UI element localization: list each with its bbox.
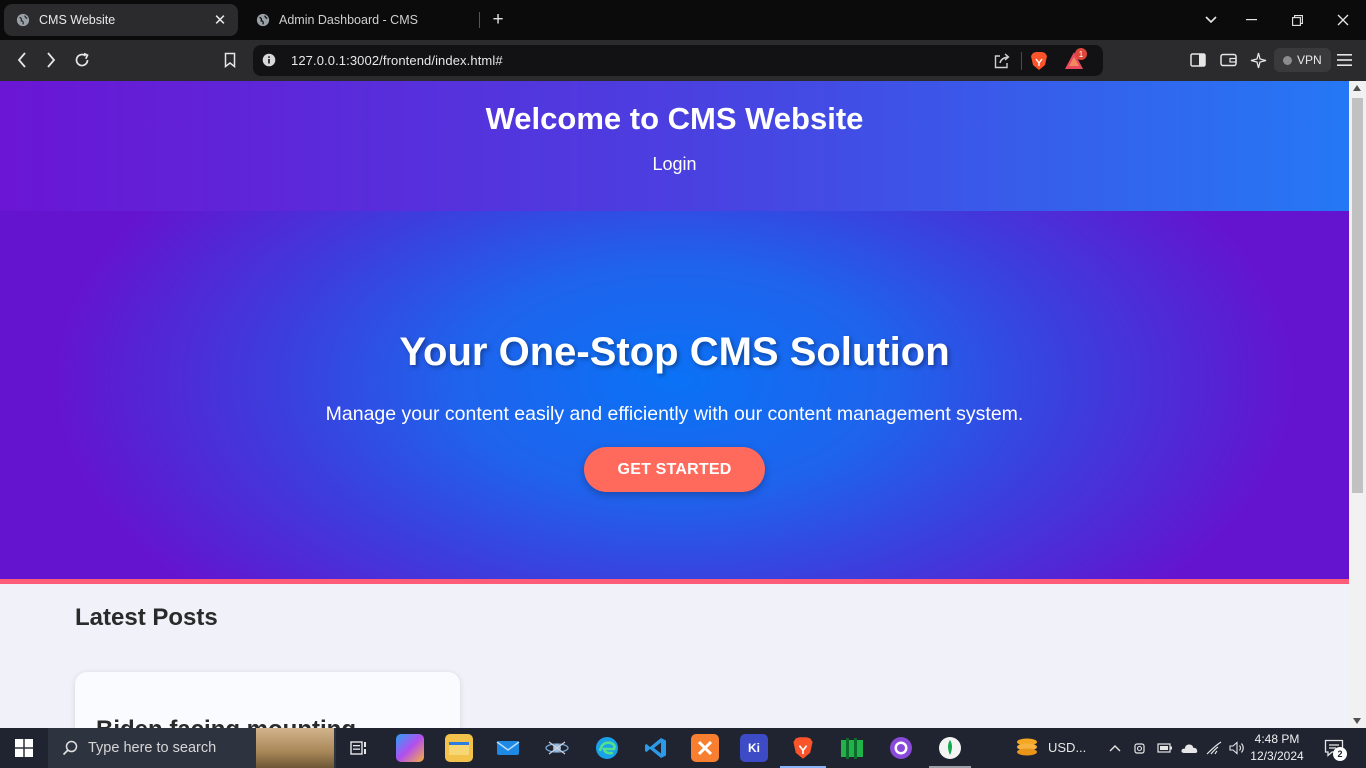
edge-icon[interactable] bbox=[593, 734, 621, 762]
terminal-app-icon[interactable] bbox=[838, 734, 866, 762]
scroll-up-arrow-icon[interactable] bbox=[1353, 85, 1361, 91]
latest-posts-heading: Latest Posts bbox=[75, 604, 218, 631]
hero-title: Your One-Stop CMS Solution bbox=[399, 330, 950, 374]
page-viewport: Welcome to CMS Website Login Your One-St… bbox=[0, 81, 1349, 728]
battery-tray-icon[interactable] bbox=[1154, 734, 1176, 762]
xampp-icon[interactable] bbox=[691, 734, 719, 762]
post-title[interactable]: Biden facing mounting bbox=[96, 716, 356, 728]
volume-icon[interactable] bbox=[1226, 734, 1248, 762]
mail-icon[interactable] bbox=[494, 734, 522, 762]
site-title: Welcome to CMS Website bbox=[485, 101, 864, 136]
search-icon bbox=[62, 740, 78, 756]
file-explorer-icon[interactable] bbox=[445, 734, 473, 762]
restore-icon[interactable] bbox=[1281, 4, 1313, 36]
windows-start-button[interactable] bbox=[0, 728, 48, 768]
reload-icon[interactable] bbox=[69, 48, 95, 72]
leo-icon[interactable] bbox=[1245, 48, 1271, 72]
scroll-thumb[interactable] bbox=[1352, 98, 1363, 493]
clock-time: 4:48 PM bbox=[1254, 732, 1300, 746]
section-divider bbox=[0, 579, 1349, 584]
copilot-icon[interactable] bbox=[396, 734, 424, 762]
globe-icon bbox=[16, 13, 30, 27]
browser-toolbar: 127.0.0.1:3002/frontend/index.html# 1 VP… bbox=[0, 40, 1366, 81]
get-started-button[interactable]: GET STARTED bbox=[584, 447, 765, 492]
info-icon[interactable] bbox=[262, 53, 276, 67]
tab-title: Admin Dashboard - CMS bbox=[279, 13, 418, 27]
tray-overflow-chevron-icon[interactable] bbox=[1103, 734, 1127, 762]
tab-admin-dashboard[interactable]: Admin Dashboard - CMS bbox=[244, 4, 478, 36]
share-icon[interactable] bbox=[993, 52, 1011, 70]
vpn-status-dot bbox=[1283, 55, 1292, 65]
windows-taskbar: Type here to search Ki USD... 4:48 PM 12… bbox=[0, 728, 1366, 768]
forward-icon[interactable] bbox=[38, 48, 64, 72]
minimize-icon[interactable] bbox=[1235, 4, 1267, 36]
new-tab-button[interactable]: + bbox=[487, 8, 509, 32]
github-desktop-icon[interactable] bbox=[887, 734, 915, 762]
back-icon[interactable] bbox=[9, 48, 35, 72]
menu-icon[interactable] bbox=[1331, 48, 1357, 72]
system-clock[interactable]: 4:48 PM 12/3/2024 bbox=[1246, 731, 1308, 765]
task-view-icon[interactable] bbox=[346, 734, 374, 762]
sidebar-icon[interactable] bbox=[1185, 48, 1211, 72]
rewards-badge: 1 bbox=[1075, 48, 1087, 60]
mongodb-compass-icon[interactable] bbox=[936, 734, 964, 762]
kite-icon[interactable]: Ki bbox=[740, 734, 768, 762]
post-card[interactable]: Biden facing mounting bbox=[75, 672, 460, 728]
windows-logo-icon bbox=[15, 739, 33, 757]
page-scrollbar[interactable] bbox=[1349, 81, 1366, 728]
taskbar-search[interactable]: Type here to search bbox=[48, 728, 336, 768]
weather-widget-text[interactable]: USD... bbox=[1048, 740, 1086, 755]
address-bar[interactable]: 127.0.0.1:3002/frontend/index.html# 1 bbox=[253, 45, 1103, 76]
currency-widget-icon[interactable] bbox=[1013, 734, 1041, 762]
browser-tab-strip: CMS Website ✕ Admin Dashboard - CMS + bbox=[0, 0, 1366, 40]
search-highlight-image[interactable] bbox=[256, 728, 334, 768]
brave-icon[interactable] bbox=[789, 734, 817, 762]
address-divider bbox=[1021, 52, 1022, 70]
clock-date: 12/3/2024 bbox=[1250, 749, 1304, 763]
notification-count-badge: 2 bbox=[1333, 747, 1347, 761]
url-text[interactable]: 127.0.0.1:3002/frontend/index.html# bbox=[291, 53, 503, 68]
camera-tray-icon[interactable] bbox=[1130, 734, 1152, 762]
brave-lion-icon[interactable] bbox=[1030, 51, 1048, 71]
hero-subtitle: Manage your content easily and efficient… bbox=[325, 403, 1024, 425]
tab-title: CMS Website bbox=[39, 13, 116, 27]
scroll-down-arrow-icon[interactable] bbox=[1353, 718, 1361, 724]
wifi-icon[interactable] bbox=[1203, 734, 1225, 762]
login-link[interactable]: Login bbox=[0, 154, 1349, 175]
tab-search-chevron-icon[interactable] bbox=[1195, 4, 1227, 36]
onedrive-icon[interactable] bbox=[1178, 734, 1200, 762]
vpn-label: VPN bbox=[1297, 53, 1322, 67]
close-icon[interactable]: ✕ bbox=[210, 10, 230, 30]
tab-divider bbox=[479, 12, 480, 28]
wallet-icon[interactable] bbox=[1215, 48, 1241, 72]
close-window-icon[interactable] bbox=[1327, 4, 1359, 36]
site-header: Welcome to CMS Website Login bbox=[0, 81, 1349, 211]
hero-section: Your One-Stop CMS Solution Manage your c… bbox=[0, 211, 1349, 579]
search-placeholder: Type here to search bbox=[88, 740, 217, 756]
vpn-button[interactable]: VPN bbox=[1274, 48, 1331, 72]
vscode-icon[interactable] bbox=[642, 734, 670, 762]
bookmark-icon[interactable] bbox=[217, 48, 243, 72]
network-app-icon[interactable] bbox=[543, 734, 571, 762]
tab-cms-website[interactable]: CMS Website ✕ bbox=[4, 4, 238, 36]
globe-icon bbox=[256, 13, 270, 27]
